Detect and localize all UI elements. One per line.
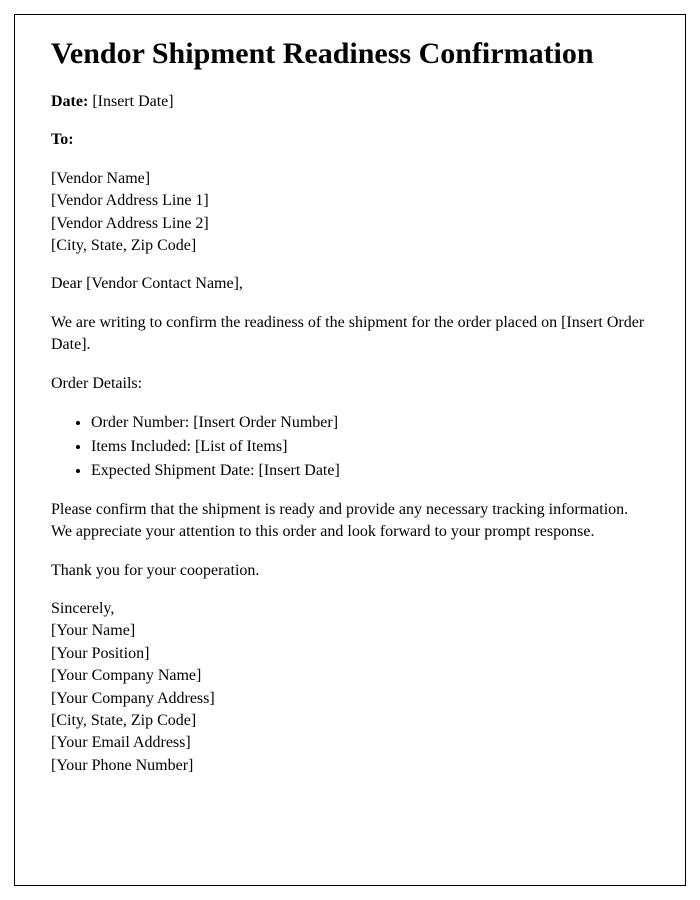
date-value: [Insert Date] xyxy=(92,93,173,110)
signature-block: Sincerely, [Your Name] [Your Position] [… xyxy=(51,598,649,777)
signature-line: [Your Email Address] xyxy=(51,732,649,754)
signature-line: [Your Position] xyxy=(51,643,649,665)
intro-paragraph: We are writing to confirm the readiness … xyxy=(51,312,649,357)
order-detail-item: Expected Shipment Date: [Insert Date] xyxy=(91,459,649,483)
order-detail-item: Order Number: [Insert Order Number] xyxy=(91,411,649,435)
signature-line: [Your Phone Number] xyxy=(51,755,649,777)
date-line: Date: [Insert Date] xyxy=(51,91,649,113)
thanks-paragraph: Thank you for your cooperation. xyxy=(51,560,649,582)
recipient-line: [City, State, Zip Code] xyxy=(51,235,649,257)
order-detail-item: Items Included: [List of Items] xyxy=(91,435,649,459)
signature-line: [Your Company Name] xyxy=(51,665,649,687)
recipient-address-block: [Vendor Name] [Vendor Address Line 1] [V… xyxy=(51,168,649,258)
salutation: Dear [Vendor Contact Name], xyxy=(51,273,649,295)
document-title: Vendor Shipment Readiness Confirmation xyxy=(51,37,649,71)
date-label: Date: xyxy=(51,93,88,110)
signature-line: [Your Name] xyxy=(51,620,649,642)
to-label: To: xyxy=(51,131,74,148)
signature-line: [City, State, Zip Code] xyxy=(51,710,649,732)
recipient-line: [Vendor Address Line 1] xyxy=(51,190,649,212)
recipient-line: [Vendor Name] xyxy=(51,168,649,190)
signoff: Sincerely, xyxy=(51,598,649,620)
order-details-label: Order Details: xyxy=(51,373,649,395)
recipient-line: [Vendor Address Line 2] xyxy=(51,213,649,235)
request-paragraph: Please confirm that the shipment is read… xyxy=(51,499,649,544)
order-details-list: Order Number: [Insert Order Number] Item… xyxy=(91,411,649,483)
to-label-line: To: xyxy=(51,129,649,151)
document-container: Vendor Shipment Readiness Confirmation D… xyxy=(14,14,686,886)
signature-line: [Your Company Address] xyxy=(51,688,649,710)
